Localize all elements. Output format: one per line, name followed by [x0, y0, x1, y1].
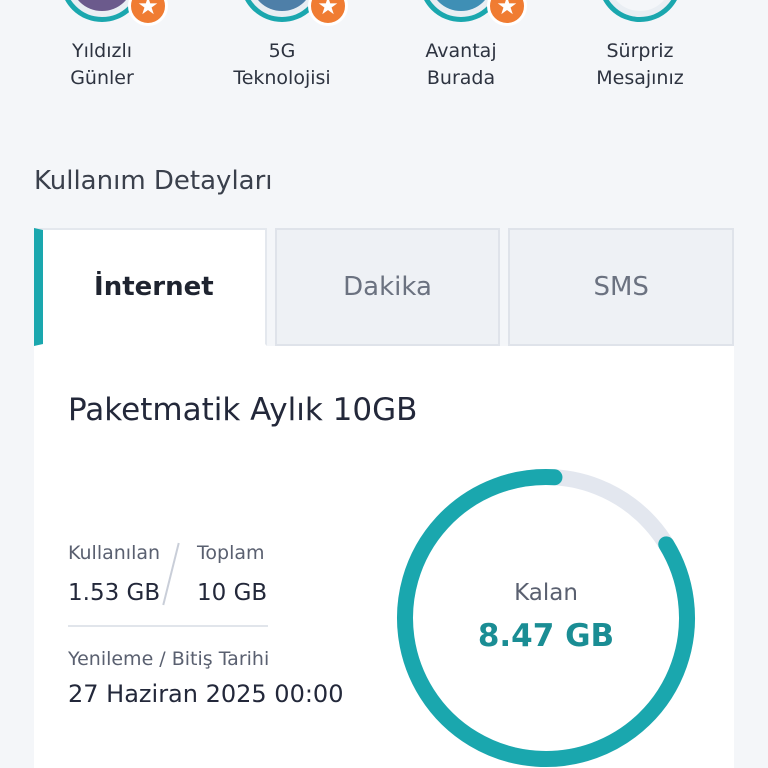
total-label: Toplam	[197, 542, 265, 564]
renew-value: 27 Haziran 2025 00:00	[68, 680, 344, 708]
used-label: Kullanılan	[68, 542, 161, 564]
remaining-label: Kalan	[514, 580, 578, 606]
story-label: Yıldızlı Günler	[70, 40, 134, 89]
total-value: 10 GB	[197, 580, 268, 606]
story-thumbnail[interactable]	[598, 0, 682, 22]
tab-internet[interactable]: İnternet	[34, 228, 267, 346]
page: ★ Yıldızlı Günler ★ 5G Teknolojisi ★ Ava…	[0, 0, 768, 768]
star-icon: ★	[308, 0, 348, 26]
package-name: Paketmatik Aylık 10GB	[68, 392, 418, 428]
divider	[68, 625, 268, 627]
used-column: Kullanılan 1.53 GB	[68, 542, 160, 606]
renew-label: Yenileme / Bitiş Tarihi	[68, 648, 270, 670]
star-icon: ★	[128, 0, 168, 26]
tab-dakika[interactable]: Dakika	[274, 228, 501, 346]
remaining-gauge	[397, 469, 695, 767]
usage-tabs: İnternet Dakika SMS	[34, 228, 735, 346]
tab-sms[interactable]: SMS	[508, 228, 735, 346]
story-label: Sürpriz Mesajınız	[596, 40, 684, 89]
stories-row: ★ Yıldızlı Günler ★ 5G Teknolojisi ★ Ava…	[0, 0, 768, 100]
separator-slash	[162, 542, 180, 606]
story-label: 5G Teknolojisi	[233, 40, 331, 89]
used-value: 1.53 GB	[68, 580, 161, 606]
section-title: Kullanım Detayları	[34, 166, 273, 196]
remaining-value: 8.47 GB	[477, 618, 615, 654]
story-label: Avantaj Burada	[425, 40, 497, 89]
usage-card: Paketmatik Aylık 10GB Kullanılan 1.53 GB…	[34, 346, 734, 768]
star-icon: ★	[487, 0, 527, 26]
total-column: Toplam 10 GB	[197, 542, 267, 606]
